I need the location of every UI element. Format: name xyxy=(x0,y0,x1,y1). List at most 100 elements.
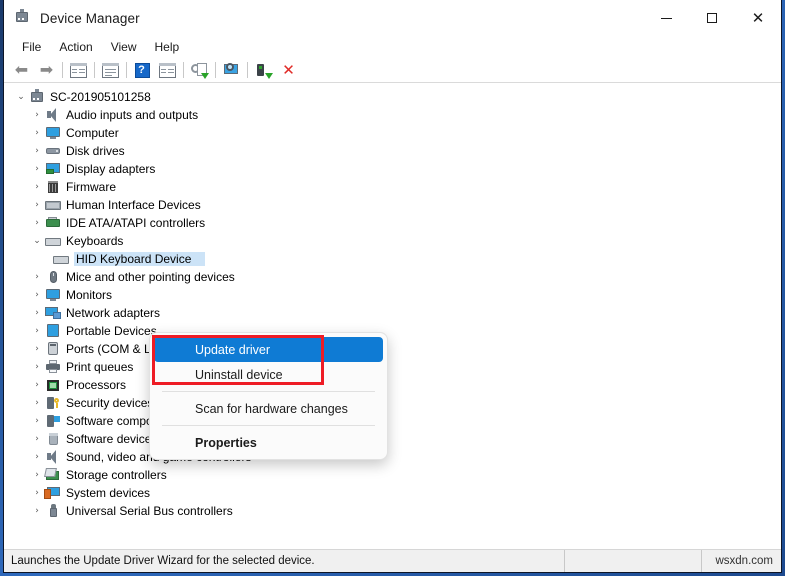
forward-icon[interactable]: ➡ xyxy=(34,59,59,82)
device-tree-panel: ⌄ SC-201905101258 › Audio inputs and out… xyxy=(4,83,781,549)
tree-item-hid[interactable]: › Human Interface Devices xyxy=(4,196,781,214)
tree-item-portable-devices[interactable]: › Portable Devices xyxy=(4,322,781,340)
chevron-right-icon[interactable]: › xyxy=(30,380,44,390)
toolbar-separator xyxy=(215,62,216,78)
chevron-down-icon[interactable]: ⌄ xyxy=(14,92,28,102)
speaker-icon xyxy=(44,107,62,123)
chevron-down-icon[interactable]: ⌄ xyxy=(30,236,44,246)
tree-item-label: Keyboards xyxy=(66,234,124,248)
maximize-button[interactable] xyxy=(689,0,735,36)
tree-item-hid-keyboard-device[interactable]: HID Keyboard Device xyxy=(4,250,781,268)
tree-item-print-queues[interactable]: › Print queues xyxy=(4,358,781,376)
tree-item-ide-controllers[interactable]: › IDE ATA/ATAPI controllers xyxy=(4,214,781,232)
chevron-right-icon[interactable]: › xyxy=(30,272,44,282)
tree-item-disk-drives[interactable]: › Disk drives xyxy=(4,142,781,160)
tree-item-keyboards[interactable]: ⌄ Keyboards xyxy=(4,232,781,250)
chevron-right-icon[interactable]: › xyxy=(30,488,44,498)
tree-item-ports[interactable]: › Ports (COM & LPT) xyxy=(4,340,781,358)
chevron-right-icon[interactable]: › xyxy=(30,398,44,408)
tree-item-label: Universal Serial Bus controllers xyxy=(66,504,233,518)
tree-item-label: Portable Devices xyxy=(66,324,157,338)
context-menu-item-properties[interactable]: Properties xyxy=(154,430,383,455)
tree-item-software-components[interactable]: › Software components xyxy=(4,412,781,430)
toolbar-separator xyxy=(183,62,184,78)
chevron-right-icon[interactable]: › xyxy=(30,416,44,426)
keyboard-icon xyxy=(52,251,70,267)
tree-item-storage-controllers[interactable]: › Storage controllers xyxy=(4,466,781,484)
help-icon[interactable]: ? xyxy=(130,59,155,82)
tree-item-processors[interactable]: › Processors xyxy=(4,376,781,394)
scan-hardware-changes-icon[interactable] xyxy=(219,59,244,82)
tree-item-label: Disk drives xyxy=(66,144,125,158)
tree-item-software-devices[interactable]: › Software devices xyxy=(4,430,781,448)
device-tree: ⌄ SC-201905101258 › Audio inputs and out… xyxy=(4,84,781,520)
tree-item-sound-video-game[interactable]: › Sound, video and game controllers xyxy=(4,448,781,466)
display-adapter-icon xyxy=(44,161,62,177)
tree-item-monitors[interactable]: › Monitors xyxy=(4,286,781,304)
chevron-right-icon[interactable]: › xyxy=(30,344,44,354)
close-button[interactable]: ✕ xyxy=(735,0,781,36)
back-icon[interactable]: ⬅ xyxy=(9,59,34,82)
tree-root-node[interactable]: ⌄ SC-201905101258 xyxy=(4,88,781,106)
hid-icon xyxy=(44,197,62,213)
update-driver-icon[interactable] xyxy=(187,59,212,82)
tree-item-computer[interactable]: › Computer xyxy=(4,124,781,142)
tree-item-network-adapters[interactable]: › Network adapters xyxy=(4,304,781,322)
context-menu-item-update-driver[interactable]: Update driver xyxy=(154,337,383,362)
minimize-icon xyxy=(660,17,672,19)
tree-item-mice[interactable]: › Mice and other pointing devices xyxy=(4,268,781,286)
context-menu-separator xyxy=(162,391,375,392)
chevron-right-icon[interactable]: › xyxy=(30,452,44,462)
chevron-right-icon[interactable]: › xyxy=(30,164,44,174)
ide-controller-icon xyxy=(44,215,62,231)
chevron-right-icon[interactable]: › xyxy=(30,200,44,210)
context-menu-item-scan-for-hardware-changes[interactable]: Scan for hardware changes xyxy=(154,396,383,421)
chevron-right-icon[interactable]: › xyxy=(30,110,44,120)
tree-item-label: System devices xyxy=(66,486,151,500)
menu-file[interactable]: File xyxy=(13,38,50,56)
enable-device-icon[interactable] xyxy=(251,59,276,82)
tree-item-audio[interactable]: › Audio inputs and outputs xyxy=(4,106,781,124)
chevron-right-icon[interactable]: › xyxy=(30,434,44,444)
chevron-right-icon[interactable]: › xyxy=(30,308,44,318)
context-menu-item-uninstall-device[interactable]: Uninstall device xyxy=(154,362,383,387)
keyboard-icon xyxy=(44,233,62,249)
tree-item-firmware[interactable]: › Firmware xyxy=(4,178,781,196)
chevron-right-icon[interactable]: › xyxy=(30,506,44,516)
tree-item-label: Firmware xyxy=(66,180,116,194)
menu-view[interactable]: View xyxy=(102,38,146,56)
chevron-right-icon[interactable]: › xyxy=(30,182,44,192)
monitor-icon xyxy=(44,287,62,303)
tree-item-usb-controllers[interactable]: › Universal Serial Bus controllers xyxy=(4,502,781,520)
chevron-right-icon[interactable]: › xyxy=(30,146,44,156)
uninstall-device-icon[interactable]: ✕ xyxy=(276,59,301,82)
tree-item-display-adapters[interactable]: › Display adapters xyxy=(4,160,781,178)
firmware-icon xyxy=(44,179,62,195)
toolbar-separator xyxy=(62,62,63,78)
chevron-right-icon[interactable]: › xyxy=(30,218,44,228)
context-menu-separator xyxy=(162,425,375,426)
chevron-right-icon[interactable]: › xyxy=(30,290,44,300)
computer-icon xyxy=(28,89,46,105)
tree-item-label: HID Keyboard Device xyxy=(74,252,206,266)
storage-controller-icon xyxy=(44,467,62,483)
minimize-button[interactable] xyxy=(643,0,689,36)
chevron-right-icon[interactable]: › xyxy=(30,326,44,336)
tree-item-system-devices[interactable]: › System devices xyxy=(4,484,781,502)
tree-item-label: Audio inputs and outputs xyxy=(66,108,199,122)
show-hidden-devices-icon[interactable] xyxy=(66,59,91,82)
chevron-right-icon[interactable]: › xyxy=(30,362,44,372)
toolbar: ⬅ ➡ ? ✕ xyxy=(4,58,781,83)
device-view-icon[interactable] xyxy=(155,59,180,82)
usb-icon xyxy=(44,503,62,519)
properties-icon[interactable] xyxy=(98,59,123,82)
system-device-icon xyxy=(44,485,62,501)
tree-item-label: Processors xyxy=(66,378,127,392)
menu-help[interactable]: Help xyxy=(146,38,189,56)
chevron-right-icon[interactable]: › xyxy=(30,470,44,480)
tree-item-security-devices[interactable]: › Security devices xyxy=(4,394,781,412)
chevron-right-icon[interactable]: › xyxy=(30,128,44,138)
menu-action[interactable]: Action xyxy=(50,38,101,56)
tree-item-label: IDE ATA/ATAPI controllers xyxy=(66,216,206,230)
security-device-icon xyxy=(44,395,62,411)
